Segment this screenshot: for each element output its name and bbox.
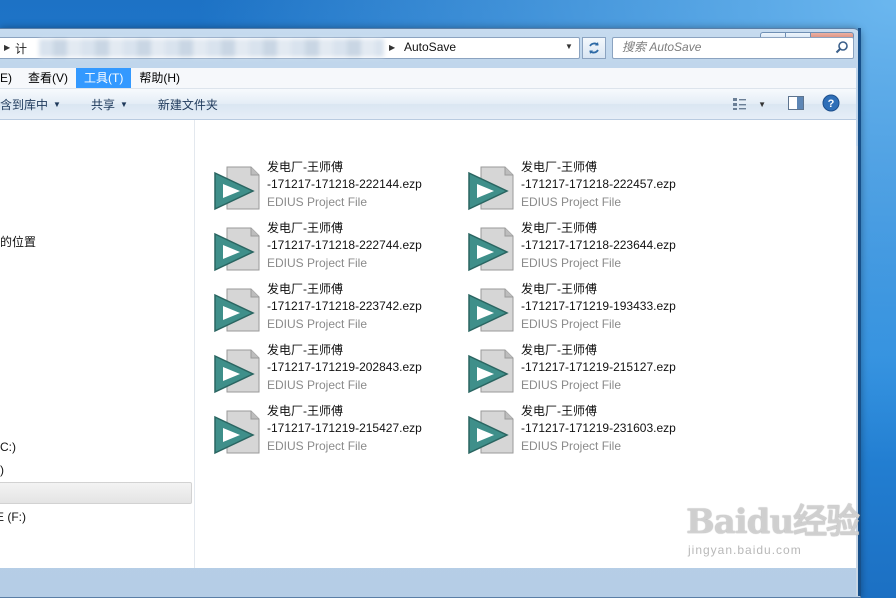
file-type: EDIUS Project File [521, 439, 622, 453]
file-item[interactable]: 发电厂-王师傅 -171217-171219-215127.ezp EDIUS Pr… [449, 342, 699, 398]
file-name-line1: 发电厂-王师傅 [267, 404, 343, 418]
blurred-breadcrumb [39, 39, 384, 57]
breadcrumb-arrow-icon: ▶ [4, 43, 11, 52]
preview-pane-button[interactable] [788, 95, 804, 113]
menu-view[interactable]: 查看(V) [20, 68, 76, 88]
file-name-line2: -171217-171219-202843.ezp [267, 360, 422, 374]
ezp-file-icon [468, 166, 514, 211]
ezp-file-icon [214, 288, 260, 333]
refresh-arrows-icon [589, 42, 599, 54]
change-view-button[interactable]: ▼ [732, 97, 766, 111]
ezp-file-icon [468, 410, 514, 455]
preview-pane-icon [788, 95, 804, 110]
file-type: EDIUS Project File [521, 317, 622, 331]
file-type: EDIUS Project File [521, 195, 622, 209]
breadcrumb-computer[interactable]: 计 [15, 40, 27, 57]
file-item[interactable]: 发电厂-王师傅 -171217-171219-231603.ezp EDIUS Pr… [449, 403, 699, 459]
file-item[interactable]: 发电厂-王师傅 -171217-171219-202843.ezp EDIUS Pr… [195, 342, 445, 398]
chevron-down-icon: ▼ [53, 99, 61, 109]
file-item[interactable]: 发电厂-王师傅 -171217-171218-223742.ezp EDIUS Pr… [195, 281, 445, 337]
ezp-file-icon [214, 349, 260, 394]
include-in-library-label: 含到库中 [0, 97, 49, 112]
file-name-line2: -171217-171218-222144.ezp [267, 177, 422, 191]
help-button[interactable]: ? [822, 94, 840, 115]
nav-item-drive-f[interactable]: E (F:) [0, 510, 26, 524]
address-bar[interactable]: ▶ 计 ▶ AutoSave ▼ [0, 37, 580, 59]
file-name-line1: 发电厂-王师傅 [267, 160, 343, 174]
file-type: EDIUS Project File [267, 317, 368, 331]
watermark-url: jingyan.baidu.com [688, 543, 802, 557]
file-name-line2: -171217-171218-222457.ezp [521, 177, 676, 191]
menu-help[interactable]: 帮助(H) [131, 68, 188, 88]
file-type: EDIUS Project File [267, 378, 368, 392]
chevron-down-icon: ▼ [758, 99, 766, 109]
file-name-line1: 发电厂-王师傅 [521, 282, 597, 296]
refresh-button[interactable] [582, 37, 606, 59]
ezp-file-icon [214, 227, 260, 272]
include-in-library-button[interactable]: 含到库中 ▼ [0, 96, 61, 113]
file-item[interactable]: 发电厂-王师傅 -171217-171219-193433.ezp EDIUS Pr… [449, 281, 699, 337]
file-name-line1: 发电厂-王师傅 [267, 221, 343, 235]
details-view-icon [733, 98, 747, 110]
file-name-line2: -171217-171219-193433.ezp [521, 299, 676, 313]
file-name-line2: -171217-171219-231603.ezp [521, 421, 676, 435]
menu-bar: E) 查看(V) 工具(T) 帮助(H) [0, 68, 856, 89]
ezp-file-icon [214, 410, 260, 455]
file-name-line1: 发电厂-王师傅 [267, 343, 343, 357]
search-icon[interactable] [835, 40, 849, 54]
file-name-line1: 发电厂-王师傅 [521, 343, 597, 357]
baidu-watermark: Baidu经验 jingyan.baidu.com [686, 494, 860, 557]
file-name-line2: -171217-171218-223742.ezp [267, 299, 422, 313]
file-name-line2: -171217-171218-223644.ezp [521, 238, 676, 252]
help-icon: ? [822, 94, 840, 111]
breadcrumb-autosave[interactable]: AutoSave [404, 40, 456, 54]
toolbar-right: ▼ ? [732, 89, 856, 119]
new-folder-label: 新建文件夹 [157, 97, 218, 112]
file-type: EDIUS Project File [521, 256, 622, 270]
ezp-file-icon [468, 288, 514, 333]
ezp-file-icon [468, 349, 514, 394]
menu-edit[interactable]: E) [0, 68, 20, 88]
file-name-line1: 发电厂-王师傅 [267, 282, 343, 296]
search-input[interactable] [622, 38, 827, 56]
file-name-line1: 发电厂-王师傅 [521, 221, 597, 235]
file-item[interactable]: 发电厂-王师傅 -171217-171218-223644.ezp EDIUS Pr… [449, 220, 699, 276]
share-button[interactable]: 共享 ▼ [91, 96, 128, 113]
search-box [612, 37, 854, 59]
file-type: EDIUS Project File [267, 439, 368, 453]
command-bar: 含到库中 ▼ 共享 ▼ 新建文件夹 ▼ ? [0, 89, 856, 120]
file-type: EDIUS Project File [267, 195, 368, 209]
nav-item-drive-c[interactable]: C:) [0, 440, 16, 454]
file-name-line2: -171217-171219-215427.ezp [267, 421, 422, 435]
ezp-file-icon [214, 166, 260, 211]
watermark-logo: Baidu经验 [686, 502, 860, 542]
file-name-line2: -171217-171219-215127.ezp [521, 360, 676, 374]
svg-text:?: ? [828, 98, 835, 110]
file-type: EDIUS Project File [521, 378, 622, 392]
file-item[interactable]: 发电厂-王师傅 -171217-171218-222457.ezp EDIUS Pr… [449, 159, 699, 215]
ezp-file-icon [468, 227, 514, 272]
file-name-line1: 发电厂-王师傅 [521, 160, 597, 174]
nav-item-drive-d[interactable]: ) [0, 463, 4, 477]
new-folder-button[interactable]: 新建文件夹 [158, 96, 218, 113]
navigation-pane: 的位置 C:) ) E (F:) [0, 120, 195, 568]
file-type: EDIUS Project File [267, 256, 368, 270]
file-item[interactable]: 发电厂-王师傅 -171217-171219-215427.ezp EDIUS Pr… [195, 403, 445, 459]
file-name-line2: -171217-171218-222744.ezp [267, 238, 422, 252]
nav-item-recent-places[interactable]: 的位置 [0, 233, 36, 250]
share-label: 共享 [90, 97, 115, 112]
file-name-line1: 发电厂-王师傅 [521, 404, 597, 418]
breadcrumb-arrow-icon: ▶ [389, 43, 396, 52]
chevron-down-icon[interactable]: ▼ [565, 42, 573, 51]
menu-tools[interactable]: 工具(T) [76, 68, 132, 88]
chevron-down-icon: ▼ [119, 99, 128, 109]
nav-item-selected[interactable] [0, 482, 192, 504]
file-item[interactable]: 发电厂-王师傅 -171217-171218-222744.ezp EDIUS Pr… [195, 220, 445, 276]
file-item[interactable]: 发电厂-王师傅 -171217-171218-222144.ezp EDIUS Pr… [195, 159, 445, 215]
